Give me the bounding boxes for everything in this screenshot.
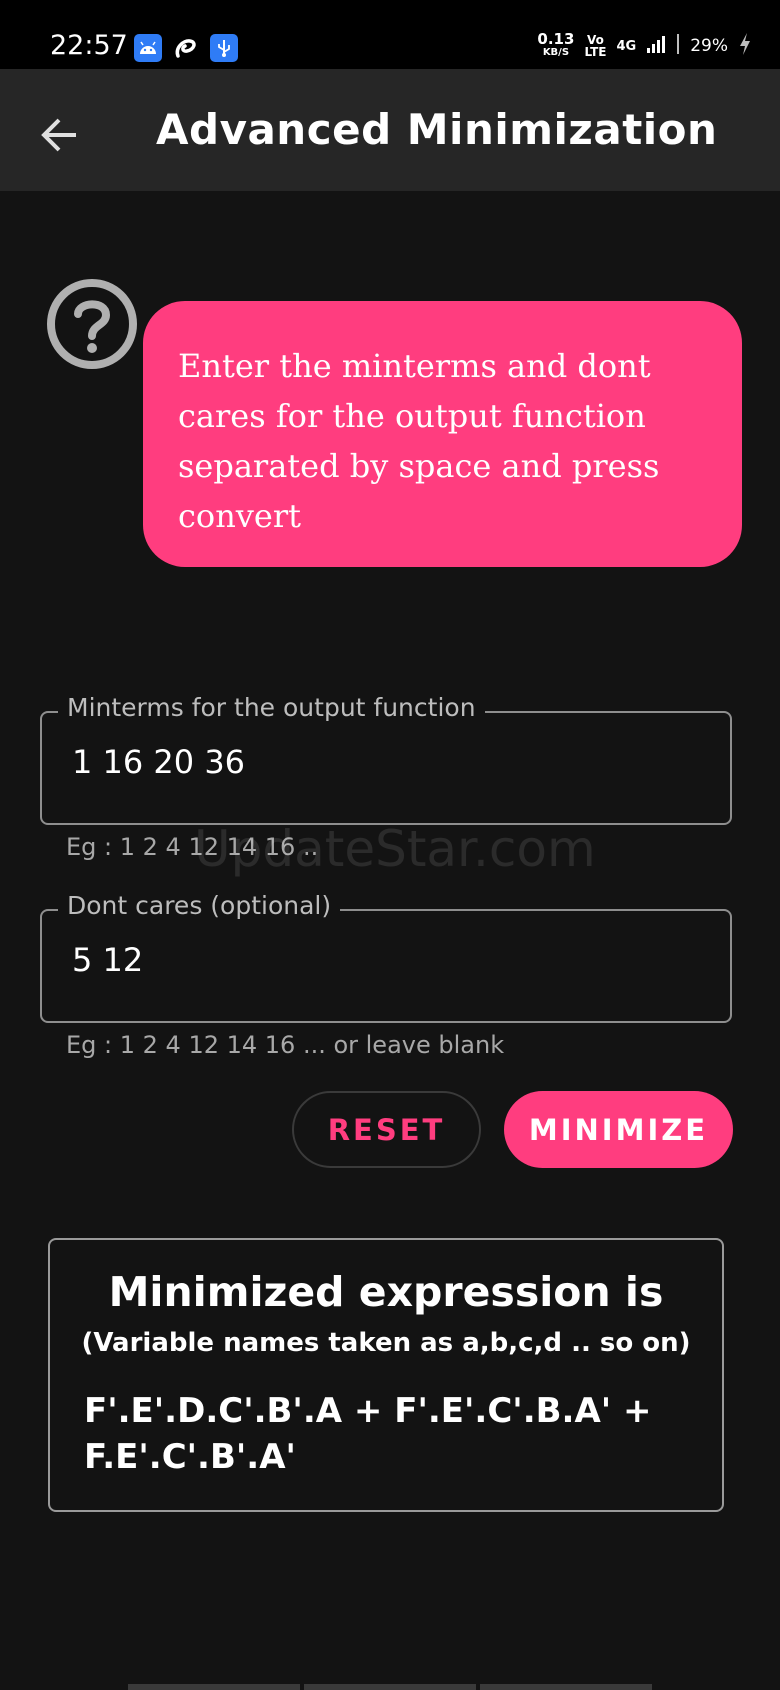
android-icon	[134, 34, 162, 62]
status-right: 0.13 KB/S Vo LTE 4G 29%	[537, 32, 752, 60]
app-bar: Advanced Minimization	[0, 69, 780, 191]
bottom-nav-segment	[304, 1684, 476, 1690]
battery-percent: 29%	[690, 36, 728, 56]
minterms-label: Minterms for the output function	[58, 693, 485, 722]
arrow-left-icon	[41, 118, 76, 152]
dontcares-input[interactable]	[72, 941, 692, 979]
result-expression: F'.E'.D.C'.B'.A + F'.E'.C'.B.A' + F.E'.C…	[84, 1391, 652, 1477]
dontcares-helper: Eg : 1 2 4 12 14 16 ... or leave blank	[66, 1031, 505, 1059]
dontcares-field[interactable]: Dont cares (optional)	[40, 891, 732, 1023]
net-speed: 0.13 KB/S	[537, 30, 575, 59]
volte-indicator: Vo LTE	[584, 33, 607, 59]
hint-bubble: Enter the minterms and dont cares for th…	[143, 301, 742, 567]
minterms-input[interactable]	[72, 743, 692, 781]
minterms-field[interactable]: Minterms for the output function	[40, 693, 732, 825]
divider-icon	[676, 33, 680, 59]
result-card: Minimized expression is (Variable names …	[48, 1238, 724, 1512]
page-title: Advanced Minimization	[156, 105, 718, 154]
status-bar: 22:57 0.13 KB/S Vo LTE 4G 29%	[0, 0, 780, 69]
status-time: 22:57	[50, 30, 128, 61]
airtel-icon	[172, 34, 200, 62]
charging-icon	[738, 32, 752, 60]
minimize-button[interactable]: MINIMIZE	[504, 1091, 733, 1168]
bottom-nav-segment	[480, 1684, 652, 1690]
result-subtitle: (Variable names taken as a,b,c,d .. so o…	[81, 1328, 691, 1358]
bottom-nav-segment	[128, 1684, 300, 1690]
back-button[interactable]	[30, 105, 90, 165]
usb-icon	[210, 34, 238, 62]
network-type: 4G	[616, 38, 637, 54]
help-icon[interactable]	[46, 278, 138, 370]
watermark: UpdateStar.com	[194, 820, 596, 878]
signal-icon	[646, 34, 666, 58]
reset-button[interactable]: RESET	[292, 1091, 481, 1168]
result-title: Minimized expression is	[108, 1268, 664, 1316]
dontcares-label: Dont cares (optional)	[58, 891, 341, 920]
